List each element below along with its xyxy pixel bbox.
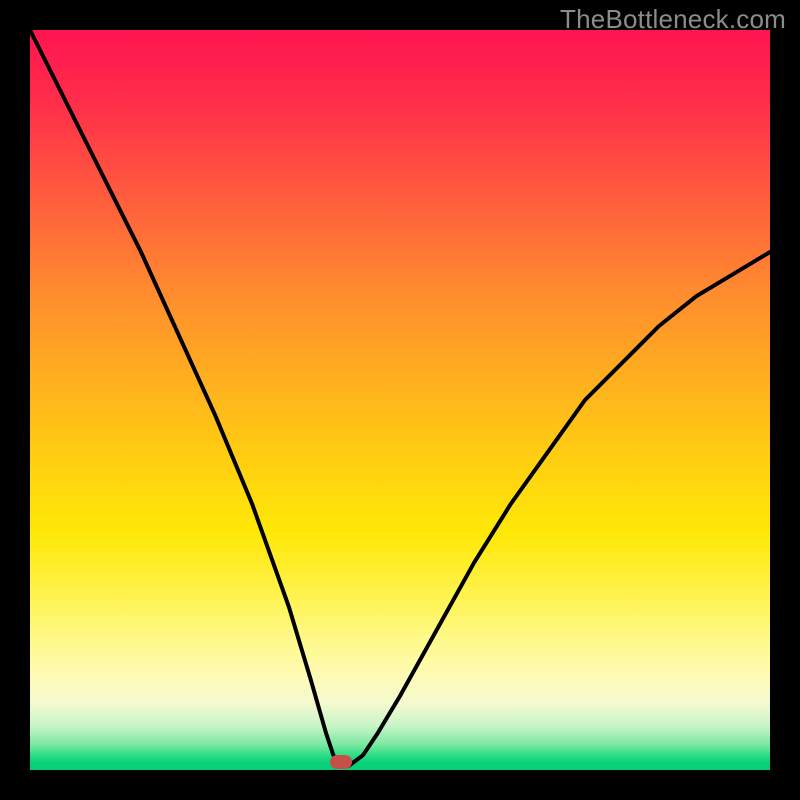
bottleneck-curve (30, 30, 770, 770)
optimum-marker (330, 755, 352, 769)
plot-area (30, 30, 770, 770)
chart-frame: TheBottleneck.com (0, 0, 800, 800)
